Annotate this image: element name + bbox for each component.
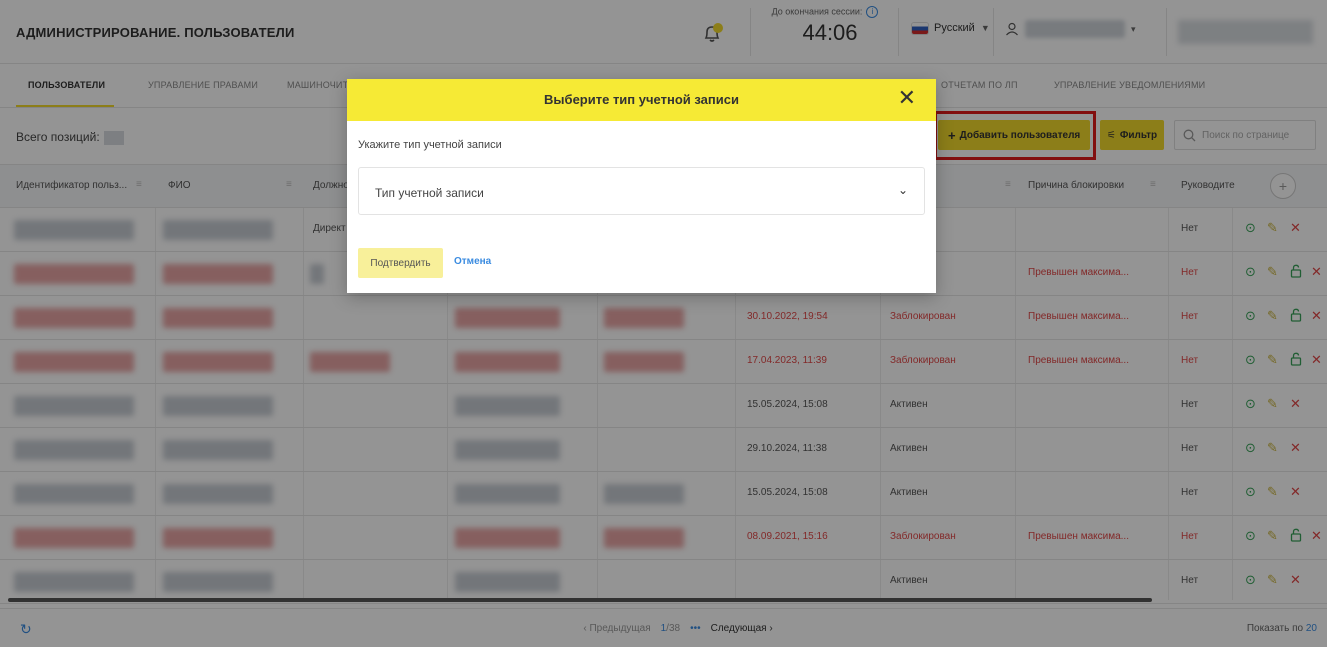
- account-type-label: Укажите тип учетной записи: [358, 139, 502, 151]
- account-type-select[interactable]: Тип учетной записи ⌄: [358, 167, 925, 215]
- dialog-header: Выберите тип учетной записи ✕: [347, 79, 936, 121]
- account-type-dialog: Выберите тип учетной записи ✕ Укажите ти…: [347, 79, 936, 293]
- confirm-button[interactable]: Подтвердить: [358, 248, 443, 278]
- cancel-button[interactable]: Отмена: [454, 256, 491, 267]
- close-icon[interactable]: ✕: [898, 86, 916, 110]
- account-type-placeholder: Тип учетной записи: [375, 186, 484, 200]
- chevron-down-icon: ⌄: [897, 183, 908, 197]
- dialog-title: Выберите тип учетной записи: [544, 92, 739, 107]
